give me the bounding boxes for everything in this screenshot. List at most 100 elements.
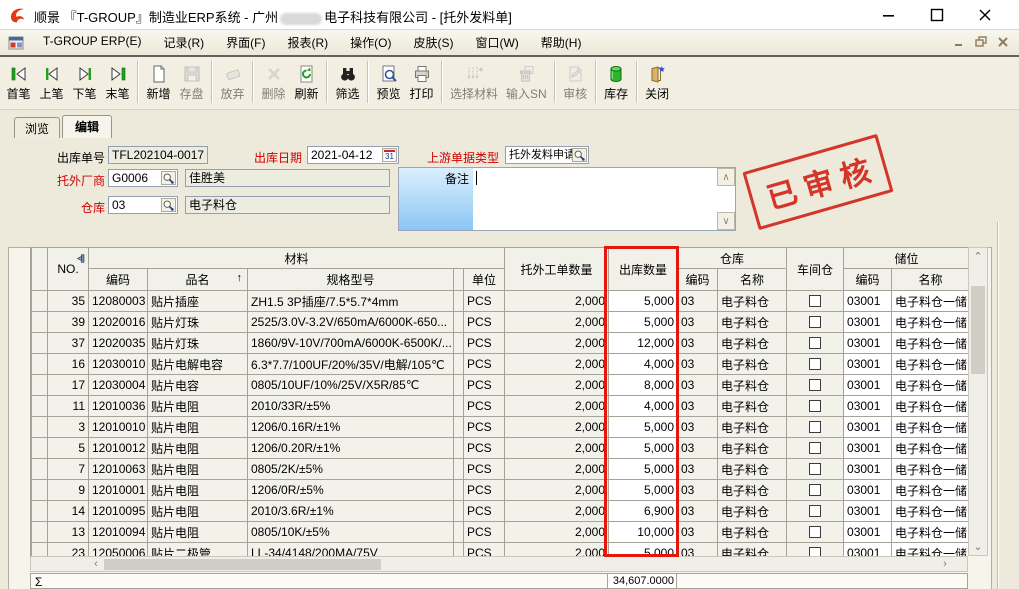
toolbar-button-new-doc[interactable]: 新增 (142, 60, 175, 103)
scroll-left-icon[interactable]: ‹ (88, 558, 104, 570)
shop-warehouse-checkbox[interactable] (809, 337, 821, 349)
menu-item[interactable]: T-GROUP ERP(E) (32, 31, 152, 54)
toolbar-button-preview[interactable]: 预览 (372, 60, 405, 103)
erp-window: 顺景 『T-GROUP』制造业ERP系统 - 广州电子科技有限公司 - [托外发… (0, 0, 1019, 589)
close-button[interactable] (968, 4, 1002, 26)
tab-edit[interactable]: 编辑 (62, 115, 112, 138)
table-row[interactable]: 1612030010贴片电解电容6.3*7.7/100UF/20%/35V/电解… (32, 354, 969, 375)
table-row[interactable]: 1112010036贴片电阻2010/33R/±5%PCS2,0004,0000… (32, 396, 969, 417)
shop-warehouse-checkbox[interactable] (809, 526, 821, 538)
out-date-field[interactable]: 2021-04-12 31 (307, 146, 399, 164)
cell-shop-wh[interactable] (787, 480, 844, 501)
tab-browse[interactable]: 浏览 (14, 117, 60, 138)
toolbar-button-nav-next[interactable]: 下笔 (68, 60, 101, 103)
header-no[interactable]: NO. (48, 248, 89, 291)
menu-item[interactable]: 界面(F) (215, 31, 276, 54)
minimize-button[interactable] (872, 4, 906, 26)
remark-textarea[interactable]: ∧ ∨ (473, 168, 735, 230)
header-bin-code[interactable]: 编码 (844, 269, 892, 291)
header-wo-qty[interactable]: 托外工单数量 (505, 248, 609, 291)
header-code[interactable]: 编码 (89, 269, 148, 291)
table-row[interactable]: 3912020016贴片灯珠2525/3.0V-3.2V/650mA/6000K… (32, 312, 969, 333)
header-spec[interactable]: 规格型号 (248, 269, 454, 291)
shop-warehouse-checkbox[interactable] (809, 358, 821, 370)
warehouse-code-field[interactable]: 03 (108, 196, 178, 214)
menu-item[interactable]: 皮肤(S) (402, 31, 464, 54)
maximize-button[interactable] (920, 4, 954, 26)
menu-item[interactable]: 报表(R) (276, 31, 339, 54)
mdi-close-icon[interactable] (997, 36, 1009, 48)
shop-warehouse-checkbox[interactable] (809, 442, 821, 454)
horizontal-scroll-thumb[interactable] (104, 559, 381, 570)
cell-shop-wh[interactable] (787, 522, 844, 543)
shop-warehouse-checkbox[interactable] (809, 547, 821, 556)
mdi-minimize-icon[interactable] (953, 36, 965, 48)
cell-shop-wh[interactable] (787, 438, 844, 459)
menu-item[interactable]: 窗口(W) (464, 31, 529, 54)
shop-warehouse-checkbox[interactable] (809, 295, 821, 307)
shop-warehouse-checkbox[interactable] (809, 316, 821, 328)
toolbar-button-nav-prev[interactable]: 上笔 (35, 60, 68, 103)
shop-warehouse-checkbox[interactable] (809, 484, 821, 496)
table-row[interactable]: 1312010094贴片电阻0805/10K/±5%PCS2,00010,000… (32, 522, 969, 543)
cell-shop-wh[interactable] (787, 291, 844, 312)
toolbar-button-refresh[interactable]: 刷新 (290, 60, 323, 103)
menu-item[interactable]: 操作(O) (339, 31, 402, 54)
shop-warehouse-checkbox[interactable] (809, 463, 821, 475)
header-out-qty[interactable]: 出库数量 (609, 248, 678, 291)
cell-shop-wh[interactable] (787, 543, 844, 557)
table-row[interactable]: 512010012贴片电阻1206/0.20R/±1%PCS2,0005,000… (32, 438, 969, 459)
scroll-up-icon[interactable]: ⌃ (970, 250, 986, 263)
cell-shop-wh[interactable] (787, 417, 844, 438)
cell-shop-wh[interactable] (787, 396, 844, 417)
table-row[interactable]: 3712020035贴片灯珠1860/9V-10V/700mA/6000K-65… (32, 333, 969, 354)
table-row[interactable]: 1712030004贴片电容0805/10UF/10%/25V/X5R/85℃P… (32, 375, 969, 396)
grid-horizontal-scrollbar[interactable]: ‹ › (30, 556, 968, 572)
scroll-right-icon[interactable]: › (937, 558, 953, 570)
upstream-lookup-button[interactable] (572, 148, 587, 162)
header-shop-warehouse[interactable]: 车间仓 (787, 248, 844, 291)
toolbar-button-print[interactable]: 打印 (405, 60, 438, 103)
toolbar-button-filter[interactable]: 筛选 (331, 60, 364, 103)
header-bin-name[interactable]: 名称 (892, 269, 968, 291)
toolbar-button-close-form[interactable]: 关闭 (641, 60, 674, 103)
cell-shop-wh[interactable] (787, 501, 844, 522)
table-row[interactable]: 3512080003贴片插座ZH1.5 3P插座/7.5*5.7*4mmPCS2… (32, 291, 969, 312)
calendar-button[interactable]: 31 (382, 148, 397, 162)
menu-item[interactable]: 帮助(H) (530, 31, 593, 54)
cell-shop-wh[interactable] (787, 312, 844, 333)
vendor-lookup-button[interactable] (161, 171, 176, 185)
table-row[interactable]: 712010063贴片电阻0805/2K/±5%PCS2,0005,00003电… (32, 459, 969, 480)
vendor-code-field[interactable]: G0006 (108, 169, 178, 187)
table-row[interactable]: 1412010095贴片电阻2010/3.6R/±1%PCS2,0006,900… (32, 501, 969, 522)
header-wh-name[interactable]: 名称 (718, 269, 787, 291)
scroll-down-icon[interactable]: ⌄ (970, 540, 986, 553)
warehouse-lookup-button[interactable] (161, 198, 176, 212)
table-row[interactable]: 312010010贴片电阻1206/0.16R/±1%PCS2,0005,000… (32, 417, 969, 438)
shop-warehouse-checkbox[interactable] (809, 400, 821, 412)
shop-warehouse-checkbox[interactable] (809, 505, 821, 517)
shop-warehouse-checkbox[interactable] (809, 379, 821, 391)
table-row[interactable]: 2312050006贴片二极管LL-34/4148/200MA/75VPCS2,… (32, 543, 969, 557)
cell-wo-qty: 2,000 (505, 438, 609, 459)
remark-scroll-up-button[interactable]: ∧ (717, 168, 735, 186)
doc-no-field[interactable]: TFL202104-0017 (108, 146, 208, 164)
toolbar-button-nav-last[interactable]: 末笔 (101, 60, 134, 103)
toolbar-button-inventory[interactable]: 库存 (600, 60, 633, 103)
cell-shop-wh[interactable] (787, 333, 844, 354)
remark-scroll-down-button[interactable]: ∨ (717, 212, 735, 230)
cell-shop-wh[interactable] (787, 354, 844, 375)
upstream-type-field[interactable]: 托外发料申请 (505, 146, 589, 164)
grid-vertical-scrollbar[interactable]: ⌃ ⌄ (968, 247, 988, 556)
mdi-restore-icon[interactable] (975, 36, 987, 48)
header-name[interactable]: 品名↑ (148, 269, 248, 291)
header-wh-code[interactable]: 编码 (678, 269, 718, 291)
toolbar-button-nav-first[interactable]: 首笔 (2, 60, 35, 103)
shop-warehouse-checkbox[interactable] (809, 421, 821, 433)
vertical-scroll-thumb[interactable] (971, 286, 985, 374)
menu-item[interactable]: 记录(R) (152, 31, 215, 54)
cell-shop-wh[interactable] (787, 375, 844, 396)
header-unit[interactable]: 单位 (464, 269, 505, 291)
cell-shop-wh[interactable] (787, 459, 844, 480)
table-row[interactable]: 912010001贴片电阻1206/0R/±5%PCS2,0005,00003电… (32, 480, 969, 501)
